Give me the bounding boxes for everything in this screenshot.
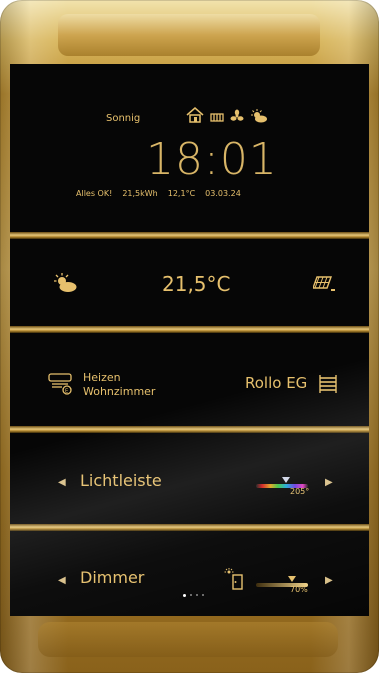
divider	[10, 426, 369, 433]
divider	[10, 326, 369, 333]
page-dot[interactable]	[190, 594, 192, 596]
page-dot[interactable]	[202, 594, 204, 596]
hue-value: 205°	[290, 487, 310, 496]
dimmer-value: 70%	[290, 585, 308, 594]
shutter-label[interactable]: Rollo EG	[245, 374, 307, 392]
door-light-icon[interactable]	[224, 568, 244, 594]
dimmer-slider-thumb[interactable]	[288, 567, 297, 586]
weather-condition: Sonnig	[106, 113, 141, 124]
device-frame: Sonnig 18:01 Alles OK! 21,5kWh 12,1°C 03…	[0, 0, 379, 673]
solar-panel-icon[interactable]	[312, 274, 337, 298]
heating-room-label: Wohnzimmer	[83, 385, 156, 398]
next-arrow-button[interactable]: ▶	[325, 575, 333, 586]
hue-slider-thumb[interactable]	[281, 468, 290, 487]
date-display: 03.03.24	[205, 189, 241, 198]
home-icon[interactable]	[186, 107, 204, 127]
partly-sunny-icon[interactable]	[53, 273, 77, 297]
previous-arrow-button[interactable]: ◀	[58, 477, 66, 488]
shutter-icon[interactable]	[319, 374, 337, 398]
status-info-row: Alles OK! 21,5kWh 12,1°C 03.03.24	[76, 189, 241, 198]
page-dot[interactable]	[196, 594, 198, 596]
divider	[10, 232, 369, 239]
clock-display: 18:01	[146, 134, 278, 185]
heating-icon[interactable]: E	[48, 372, 74, 400]
next-arrow-button[interactable]: ▶	[325, 477, 333, 488]
touch-screen: Sonnig 18:01 Alles OK! 21,5kWh 12,1°C 03…	[10, 64, 369, 616]
status-icon-row	[186, 107, 268, 127]
page-indicator[interactable]	[183, 594, 204, 598]
outdoor-temperature: 12,1°C	[167, 189, 196, 198]
divider	[10, 524, 369, 531]
heater-icon[interactable]	[210, 108, 224, 127]
system-status: Alles OK!	[76, 189, 113, 198]
page-dot[interactable]	[183, 594, 186, 597]
energy-reading: 21,5kWh	[122, 189, 158, 198]
bottom-bezel	[38, 622, 338, 657]
partly-sunny-icon[interactable]	[250, 108, 268, 127]
light-strip-label[interactable]: Lichtleiste	[80, 471, 162, 490]
previous-arrow-button[interactable]: ◀	[58, 575, 66, 586]
dimmer-label[interactable]: Dimmer	[80, 568, 144, 587]
heating-control-label[interactable]: Heizen Wohnzimmer	[83, 371, 155, 399]
fan-icon[interactable]	[230, 108, 244, 127]
dimmer-slider[interactable]	[256, 574, 308, 587]
top-bezel	[58, 14, 320, 56]
heating-mode-label: Heizen	[83, 371, 121, 384]
room-temperature: 21,5°C	[162, 272, 231, 296]
svg-text:E: E	[65, 389, 68, 395]
